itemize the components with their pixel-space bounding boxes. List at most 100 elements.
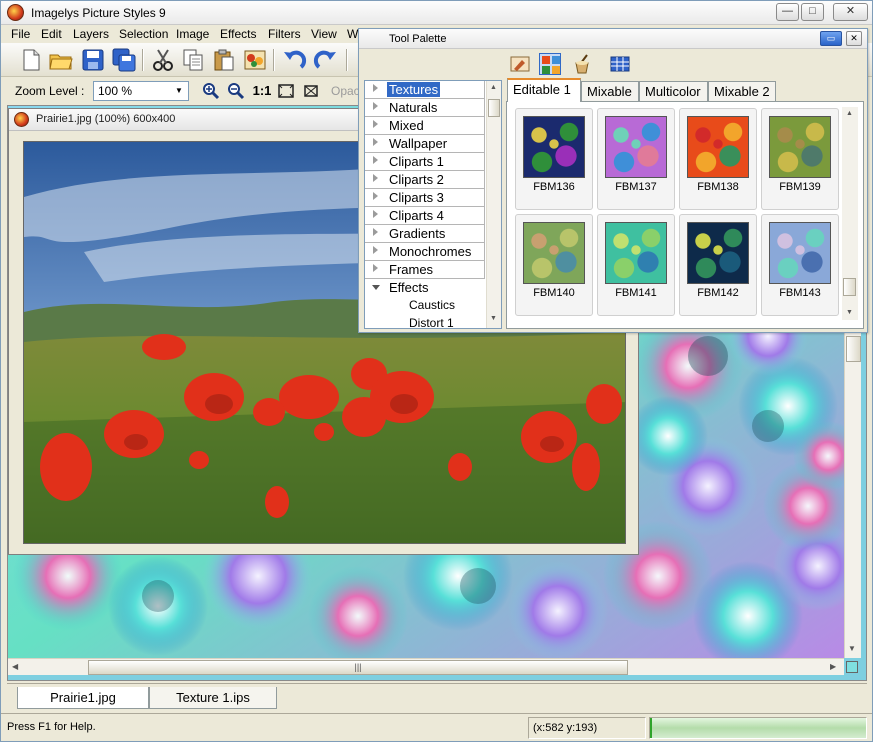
- fit-screen-icon[interactable]: [302, 82, 320, 100]
- expand-arrow-icon[interactable]: [373, 120, 378, 128]
- tree-item[interactable]: Cliparts 2: [365, 171, 485, 189]
- status-progress-bar: [649, 717, 867, 739]
- texture-grid-scrollbar[interactable]: ▲ ▼: [842, 107, 858, 320]
- expand-arrow-icon[interactable]: [373, 192, 378, 200]
- texture-swatch[interactable]: FBM142: [679, 214, 757, 316]
- tree-item-label: Cliparts 4: [389, 208, 444, 223]
- texture-swatch[interactable]: FBM138: [679, 108, 757, 210]
- tree-subitem[interactable]: Distort 1: [409, 316, 454, 328]
- title-bar[interactable]: Imagelys Picture Styles 9 — □ ✕: [1, 1, 872, 25]
- tab-mixable-2[interactable]: Mixable 2: [708, 81, 776, 102]
- grid-view-icon[interactable]: [609, 53, 631, 75]
- expand-arrow-icon[interactable]: [373, 138, 378, 146]
- scroll-up-icon[interactable]: ▲: [490, 84, 497, 91]
- zoom-in-icon[interactable]: [202, 82, 220, 100]
- save-all-icon[interactable]: [111, 47, 137, 73]
- pin-icon[interactable]: ▭: [820, 31, 842, 46]
- expand-arrow-icon[interactable]: [373, 156, 378, 164]
- tree-scrollbar[interactable]: ▲ ▼: [486, 81, 501, 328]
- expanded-arrow-icon[interactable]: [372, 285, 380, 290]
- texture-swatch[interactable]: FBM143: [761, 214, 839, 316]
- menu-layers[interactable]: Layers: [73, 27, 109, 41]
- menu-selection[interactable]: Selection: [119, 27, 168, 41]
- category-tree[interactable]: Textures Naturals Mixed Wallpaper Cliparts 1…: [364, 80, 502, 329]
- brush-cup-tool-icon[interactable]: [571, 53, 593, 75]
- scroll-down-icon[interactable]: ▼: [490, 315, 497, 322]
- document-title: Prairie1.jpg (100%) 600x400: [36, 113, 176, 125]
- textures-tool-icon[interactable]: [539, 53, 561, 75]
- expand-arrow-icon[interactable]: [373, 246, 378, 254]
- tool-palette-window: Tool Palette ▭ ✕ Textures Naturals Mixed Wa…: [358, 28, 868, 333]
- tree-item[interactable]: Cliparts 3: [365, 189, 485, 207]
- chevron-down-icon[interactable]: ▼: [172, 84, 186, 98]
- tree-item[interactable]: Cliparts 4: [365, 207, 485, 225]
- app-logo-icon: [7, 4, 24, 21]
- texture-swatch[interactable]: FBM136: [515, 108, 593, 210]
- menu-image[interactable]: Image: [176, 27, 209, 41]
- tab-mixable[interactable]: Mixable: [581, 81, 639, 102]
- texture-swatch[interactable]: FBM139: [761, 108, 839, 210]
- scroll-right-icon[interactable]: ▶: [830, 662, 836, 671]
- copy-icon[interactable]: [180, 47, 206, 73]
- tree-subitem[interactable]: Caustics: [409, 298, 455, 312]
- undo-icon[interactable]: [281, 47, 307, 73]
- expand-arrow-icon[interactable]: [373, 228, 378, 236]
- close-icon[interactable]: ✕: [846, 31, 862, 46]
- picture-styles-icon[interactable]: [242, 47, 268, 73]
- fit-window-icon[interactable]: [277, 82, 295, 100]
- tree-scroll-thumb[interactable]: [488, 99, 500, 117]
- horizontal-scroll-thumb[interactable]: |||: [88, 660, 628, 675]
- expand-arrow-icon[interactable]: [373, 84, 378, 92]
- scroll-up-icon[interactable]: ▲: [846, 110, 853, 117]
- maximize-button[interactable]: □: [801, 3, 824, 21]
- workspace-horizontal-scrollbar[interactable]: ◀ ||| ▶: [8, 658, 844, 675]
- save-icon[interactable]: [80, 47, 106, 73]
- tree-item[interactable]: Naturals: [365, 99, 485, 117]
- menu-edit[interactable]: Edit: [41, 27, 62, 41]
- paste-icon[interactable]: [211, 47, 237, 73]
- texture-swatch[interactable]: FBM141: [597, 214, 675, 316]
- new-file-icon[interactable]: [18, 47, 44, 73]
- menu-view[interactable]: View: [311, 27, 337, 41]
- zoom-out-icon[interactable]: [227, 82, 245, 100]
- zoom-level-select[interactable]: 100 % ▼: [93, 81, 189, 101]
- paint-brush-tool-icon[interactable]: [509, 53, 531, 75]
- menu-filters[interactable]: Filters: [268, 27, 301, 41]
- redo-icon[interactable]: [313, 47, 339, 73]
- tree-item[interactable]: Wallpaper: [365, 135, 485, 153]
- color-swatch[interactable]: [846, 661, 858, 673]
- cut-icon[interactable]: [150, 47, 176, 73]
- grid-scroll-thumb[interactable]: [843, 278, 856, 296]
- vertical-scroll-thumb[interactable]: [846, 336, 861, 362]
- tree-item[interactable]: Effects: [365, 279, 485, 297]
- menu-effects[interactable]: Effects: [220, 27, 256, 41]
- scroll-left-icon[interactable]: ◀: [12, 662, 18, 671]
- minimize-button[interactable]: —: [776, 3, 799, 21]
- texture-swatch[interactable]: FBM137: [597, 108, 675, 210]
- expand-arrow-icon[interactable]: [373, 174, 378, 182]
- tree-item[interactable]: Mixed: [365, 117, 485, 135]
- tree-item[interactable]: Cliparts 1: [365, 153, 485, 171]
- doc-tab-prairie[interactable]: Prairie1.jpg: [17, 687, 149, 709]
- menu-file[interactable]: File: [11, 27, 30, 41]
- tree-item[interactable]: Monochromes: [365, 243, 485, 261]
- actual-size-button[interactable]: 1:1: [251, 82, 273, 100]
- expand-arrow-icon[interactable]: [373, 264, 378, 272]
- expand-arrow-icon[interactable]: [373, 102, 378, 110]
- texture-thumbnail: [605, 222, 667, 284]
- tab-multicolor[interactable]: Multicolor: [639, 81, 708, 102]
- close-button[interactable]: ✕: [833, 3, 868, 21]
- open-folder-icon[interactable]: [48, 47, 74, 73]
- menu-window[interactable]: W: [347, 27, 358, 41]
- tree-item[interactable]: Textures: [365, 81, 485, 99]
- tab-editable-1[interactable]: Editable 1: [507, 78, 581, 102]
- tree-item[interactable]: Gradients: [365, 225, 485, 243]
- expand-arrow-icon[interactable]: [373, 210, 378, 218]
- tool-palette-title-bar[interactable]: Tool Palette ▭ ✕: [359, 29, 867, 49]
- doc-tab-texture[interactable]: Texture 1.ips: [149, 687, 277, 709]
- tree-item[interactable]: Frames: [365, 261, 485, 279]
- scroll-down-icon[interactable]: ▼: [848, 644, 856, 653]
- texture-name: FBM136: [533, 181, 575, 193]
- scroll-down-icon[interactable]: ▼: [846, 309, 853, 316]
- texture-swatch[interactable]: FBM140: [515, 214, 593, 316]
